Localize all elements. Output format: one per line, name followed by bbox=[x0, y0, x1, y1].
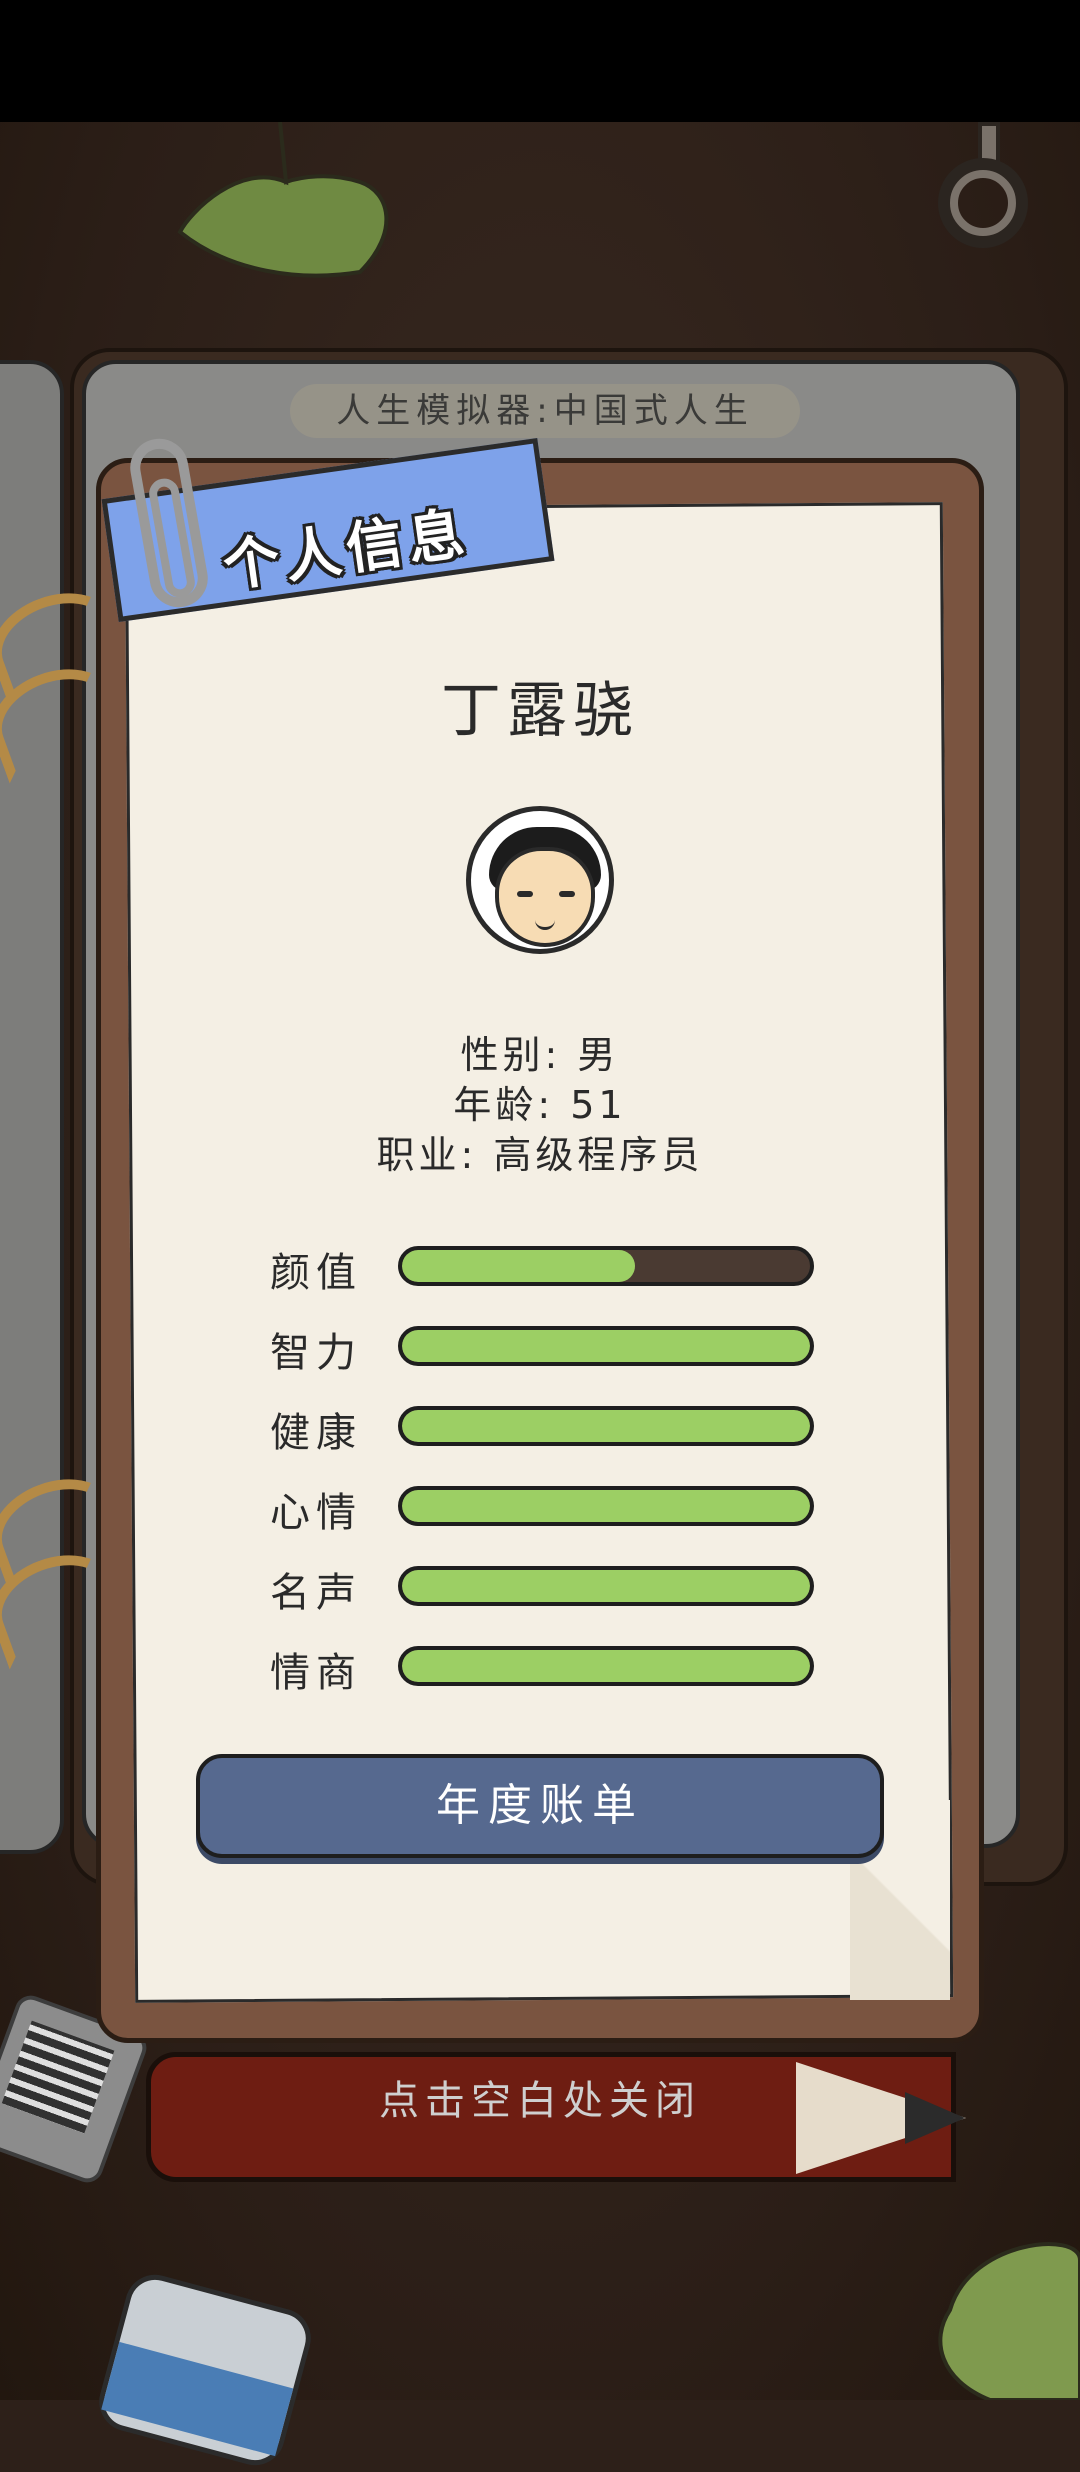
stat-label: 健康 bbox=[270, 1410, 362, 1456]
age-line: 年龄: 51 bbox=[453, 1083, 627, 1127]
stat-bar bbox=[398, 1406, 814, 1446]
stat-label: 心情 bbox=[270, 1490, 362, 1536]
stat-label: 名声 bbox=[270, 1570, 362, 1616]
stat-bar bbox=[398, 1646, 814, 1686]
stat-bar bbox=[398, 1486, 814, 1526]
stat-bar-fill bbox=[402, 1330, 810, 1362]
gender-line: 性别: 男 bbox=[460, 1033, 620, 1077]
ginkgo-leaf-icon bbox=[938, 2242, 1080, 2400]
stat-bar-fill bbox=[402, 1490, 810, 1522]
avatar bbox=[466, 806, 614, 954]
stat-bar-fill bbox=[402, 1650, 810, 1682]
stat-label: 情商 bbox=[270, 1650, 362, 1696]
avatar-face bbox=[495, 847, 595, 947]
binder-title: 人生模拟器:中国式人生 bbox=[336, 391, 754, 431]
stat-bar-fill bbox=[402, 1410, 810, 1442]
annual-bill-button[interactable]: 年度账单 bbox=[196, 1754, 884, 1858]
character-name: 丁露骁 bbox=[441, 676, 639, 746]
ginkgo-leaf-icon bbox=[177, 122, 389, 278]
avatar-left-eye bbox=[517, 891, 533, 897]
status-bar bbox=[0, 0, 1080, 122]
eraser-band bbox=[101, 2341, 294, 2457]
stat-bar-fill bbox=[402, 1250, 635, 1282]
stat-bar bbox=[398, 1246, 814, 1286]
stat-label: 颜值 bbox=[270, 1250, 362, 1296]
stat-bar bbox=[398, 1566, 814, 1606]
stat-label: 智力 bbox=[270, 1330, 362, 1376]
key-ring-inner bbox=[950, 170, 1016, 236]
close-hint[interactable]: 点击空白处关闭 bbox=[0, 2068, 1080, 2126]
stat-bar-fill bbox=[402, 1570, 810, 1602]
avatar-right-eye bbox=[559, 891, 575, 897]
stat-bar bbox=[398, 1326, 814, 1366]
job-line: 职业: 高级程序员 bbox=[376, 1133, 704, 1177]
